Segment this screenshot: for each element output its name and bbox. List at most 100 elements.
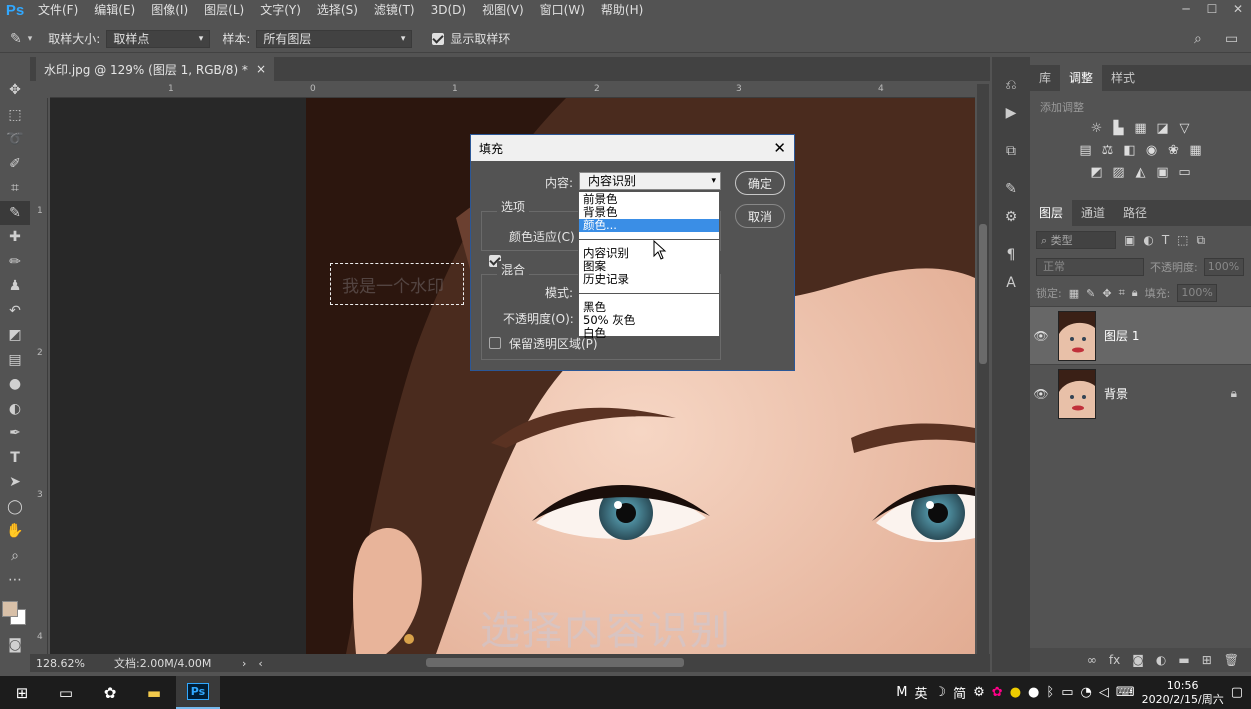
threshold-icon[interactable]: ◭ [1133, 165, 1149, 181]
task-view-icon[interactable]: ▭ [44, 676, 88, 709]
color-lookup-icon[interactable]: ▦ [1188, 143, 1204, 159]
menu-item[interactable]: 文件(F) [30, 0, 86, 20]
photoshop-taskbar-icon[interactable]: Ps [176, 676, 220, 709]
selective-color-icon[interactable]: ▭ [1177, 165, 1193, 181]
marquee-tool-icon[interactable]: ⬚ [0, 103, 30, 128]
foreground-color-swatch[interactable] [2, 600, 18, 617]
tray-app-icon[interactable]: ✿ [992, 685, 1003, 700]
photo-filter-icon[interactable]: ◉ [1144, 143, 1160, 159]
history-panel-icon[interactable]: ⎌ [992, 71, 1030, 99]
fill-field[interactable]: 100% [1177, 284, 1218, 302]
search-icon[interactable]: ⌕ [1194, 31, 1202, 47]
vertical-scrollbar[interactable] [977, 84, 989, 654]
notifications-icon[interactable]: ▢ [1231, 685, 1243, 700]
document-tab[interactable]: 水印.jpg @ 129% (图层 1, RGB/8) * × [36, 57, 274, 81]
layer-kind-filter[interactable]: ⌕ 类型 [1036, 231, 1116, 249]
ellipse-tool-icon[interactable]: ◯ [0, 495, 30, 520]
ime-mode[interactable]: M [896, 685, 907, 700]
tab-paths[interactable]: 路径 [1114, 200, 1156, 226]
path-select-icon[interactable]: ➤ [0, 470, 30, 495]
eye-icon[interactable]: 👁︎ [1030, 329, 1052, 343]
sample-size-select[interactable]: 取样点 ▾ [106, 29, 211, 48]
zoom-level[interactable]: 128.62% [36, 657, 106, 670]
menu-item[interactable]: 文字(Y) [252, 0, 309, 20]
menu-item[interactable]: 编辑(E) [86, 0, 143, 20]
layer-row-layer1[interactable]: 👁︎ 图层 1 [1030, 306, 1251, 364]
chevron-down-icon[interactable]: ▾ [28, 34, 33, 44]
workspace-icon[interactable]: ▭ [1225, 31, 1238, 47]
volume-icon[interactable]: ◁ [1099, 685, 1109, 700]
posterize-icon[interactable]: ▨ [1111, 165, 1127, 181]
moon-icon[interactable]: ☽ [934, 685, 946, 700]
smart-filter-icon[interactable]: ⧉ [1197, 233, 1206, 248]
crop-tool-icon[interactable]: ⌗ [0, 176, 30, 201]
show-ring-checkbox[interactable] [432, 32, 445, 45]
color-swatches[interactable] [0, 593, 30, 633]
hue-saturation-icon[interactable]: ▤ [1078, 143, 1094, 159]
layer-row-background[interactable]: 👁︎ 背景 🔒︎ [1030, 364, 1251, 422]
pinwheel-app-icon[interactable]: ✿ [88, 676, 132, 709]
color-balance-icon[interactable]: ⚖ [1100, 143, 1116, 159]
tab-layers[interactable]: 图层 [1030, 200, 1073, 226]
tray-app-icon[interactable]: ● [1028, 685, 1039, 700]
tab-channels[interactable]: 通道 [1072, 200, 1114, 226]
eyedropper-icon[interactable]: ✎ [10, 31, 22, 47]
chevron-left-icon[interactable]: ‹ [258, 657, 262, 670]
brush-tool-icon[interactable]: ✏ [0, 250, 30, 275]
lock-artboard-icon[interactable]: ⌗ [1119, 286, 1125, 300]
brightness-icon[interactable]: ☼ [1089, 121, 1105, 137]
tab-styles[interactable]: 样式 [1102, 65, 1144, 91]
adjustment-filter-icon[interactable]: ◐ [1143, 233, 1153, 247]
pen-tool-icon[interactable]: ✒ [0, 421, 30, 446]
menu-item[interactable]: 帮助(H) [593, 0, 651, 20]
close-icon[interactable]: ✕ [1225, 0, 1251, 20]
menu-item[interactable]: 图像(I) [143, 0, 196, 20]
option-color[interactable]: 颜色... [579, 219, 719, 232]
keyboard-icon[interactable]: ⌨ [1116, 685, 1135, 700]
battery-icon[interactable]: ▭ [1061, 685, 1073, 700]
black-white-icon[interactable]: ◧ [1122, 143, 1138, 159]
menu-item[interactable]: 视图(V) [474, 0, 532, 20]
wifi-icon[interactable]: ◔ [1080, 685, 1091, 700]
add-mask-icon[interactable]: ◙ [1132, 653, 1144, 667]
properties-panel-icon[interactable]: ⧉ [992, 137, 1030, 165]
lock-transparent-icon[interactable]: ▦ [1069, 287, 1079, 300]
stamp-tool-icon[interactable]: ♟ [0, 274, 30, 299]
maximize-icon[interactable]: ☐ [1199, 0, 1225, 20]
dodge-tool-icon[interactable]: ◐ [0, 397, 30, 422]
minimize-icon[interactable]: ─ [1173, 0, 1199, 20]
horizontal-scroll-thumb[interactable] [426, 658, 684, 667]
actions-play-icon[interactable]: ▶ [992, 99, 1030, 127]
brush-panel-icon[interactable]: ✎ [992, 175, 1030, 203]
paragraph-panel-icon[interactable]: ¶ [992, 241, 1030, 269]
link-layers-icon[interactable]: ∞ [1087, 653, 1097, 667]
scroll-thumb[interactable] [979, 224, 987, 364]
character-panel-icon[interactable]: A [992, 269, 1030, 297]
type-filter-icon[interactable]: T [1162, 233, 1169, 247]
move-tool-icon[interactable]: ✥ [0, 78, 30, 103]
invert-icon[interactable]: ◩ [1089, 165, 1105, 181]
curves-icon[interactable]: ▦ [1133, 121, 1149, 137]
type-tool-icon[interactable]: T [0, 446, 30, 471]
tray-app-icon[interactable]: ● [1010, 685, 1021, 700]
windows-start-icon[interactable]: ⊞ [0, 676, 44, 709]
brush-settings-icon[interactable]: ⚙ [992, 203, 1030, 231]
lock-position-icon[interactable]: ✥ [1102, 287, 1111, 300]
fx-icon[interactable]: fx [1109, 653, 1120, 667]
bluetooth-icon[interactable]: ᛒ [1046, 685, 1054, 700]
cancel-button[interactable]: 取消 [735, 204, 785, 228]
healing-brush-icon[interactable]: ✚ [0, 225, 30, 250]
lock-paint-icon[interactable]: ✎ [1086, 287, 1095, 300]
eye-icon[interactable]: 👁︎ [1030, 387, 1052, 401]
sample-select[interactable]: 所有图层 ▾ [256, 29, 413, 48]
menu-item[interactable]: 3D(D) [423, 0, 474, 20]
settings-icon[interactable]: ⚙ [973, 685, 985, 700]
channel-mixer-icon[interactable]: ❀ [1166, 143, 1182, 159]
new-layer-icon[interactable]: ⊞ [1202, 653, 1212, 667]
blur-tool-icon[interactable]: ● [0, 372, 30, 397]
shape-filter-icon[interactable]: ⬚ [1177, 233, 1188, 247]
file-explorer-icon[interactable]: ▬ [132, 676, 176, 709]
exposure-icon[interactable]: ◪ [1155, 121, 1171, 137]
menu-item[interactable]: 滤镜(T) [366, 0, 423, 20]
vibrance-icon[interactable]: ▽ [1177, 121, 1193, 137]
